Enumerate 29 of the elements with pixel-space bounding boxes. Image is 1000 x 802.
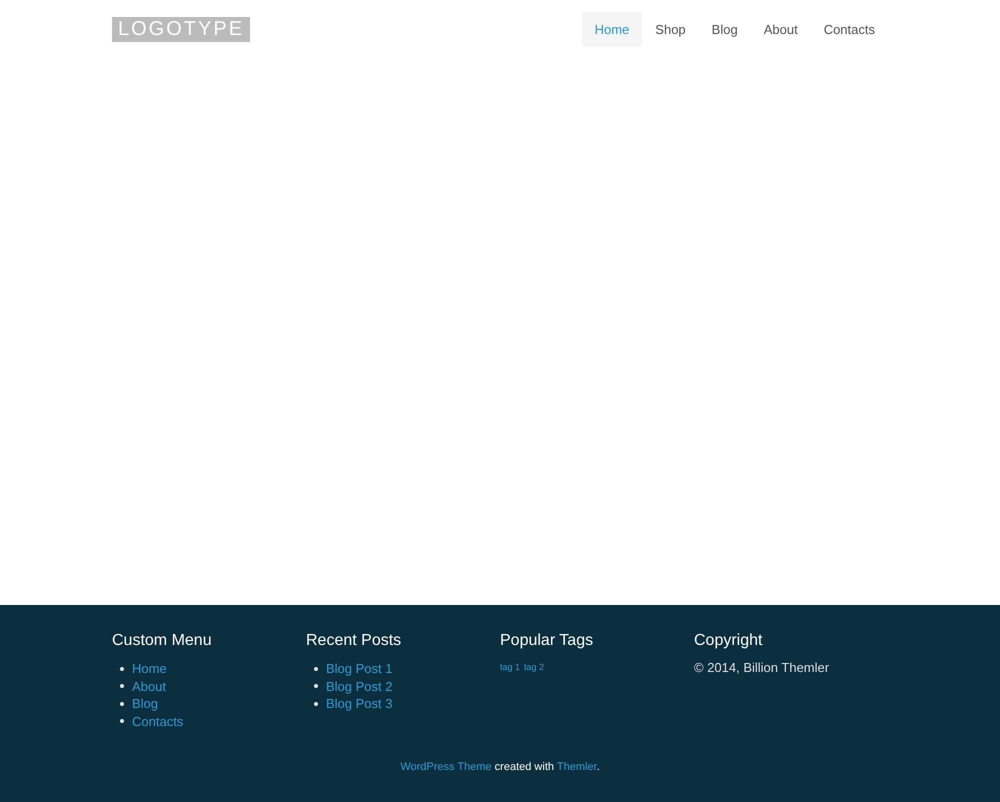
footer-link[interactable]: Blog Post 2 — [326, 678, 392, 694]
bullet-icon — [120, 719, 124, 724]
widget-title: Copyright — [694, 631, 764, 651]
nav-item[interactable]: Home — [582, 12, 642, 47]
footer-link[interactable]: About — [132, 678, 166, 694]
bullet-icon — [314, 684, 318, 688]
nav-item[interactable]: About — [750, 12, 811, 47]
credit-link[interactable]: WordPress Theme — [400, 761, 492, 773]
bullet-icon — [314, 666, 318, 671]
bullet-icon — [120, 702, 124, 706]
credit-text: WordPress Theme created with Themler. — [399, 761, 601, 773]
bullet-icon — [120, 684, 124, 688]
footer-link[interactable]: Blog Post 1 — [326, 661, 392, 676]
widget-title: Custom Menu — [112, 631, 213, 651]
nav-item[interactable]: Shop — [642, 12, 699, 47]
bullet-icon — [120, 666, 124, 671]
footer-link[interactable]: Blog Post 3 — [326, 696, 392, 712]
credit-link[interactable]: Themler — [556, 761, 597, 773]
footer-link[interactable]: Contacts — [132, 714, 184, 729]
copyright-text: © 2014, Billion Themler — [694, 660, 830, 675]
footer-link[interactable]: Home — [132, 661, 167, 676]
nav-item[interactable]: Contacts — [810, 12, 888, 47]
widget-title: Popular Tags — [500, 631, 594, 651]
bullet-icon — [314, 702, 318, 706]
tag-link[interactable]: tag 2 — [524, 662, 544, 672]
footer-link[interactable]: Blog — [132, 696, 158, 712]
tag-link[interactable]: tag 1 — [500, 662, 520, 672]
widget-title: Recent Posts — [306, 631, 402, 651]
nav-item[interactable]: Blog — [698, 12, 751, 47]
